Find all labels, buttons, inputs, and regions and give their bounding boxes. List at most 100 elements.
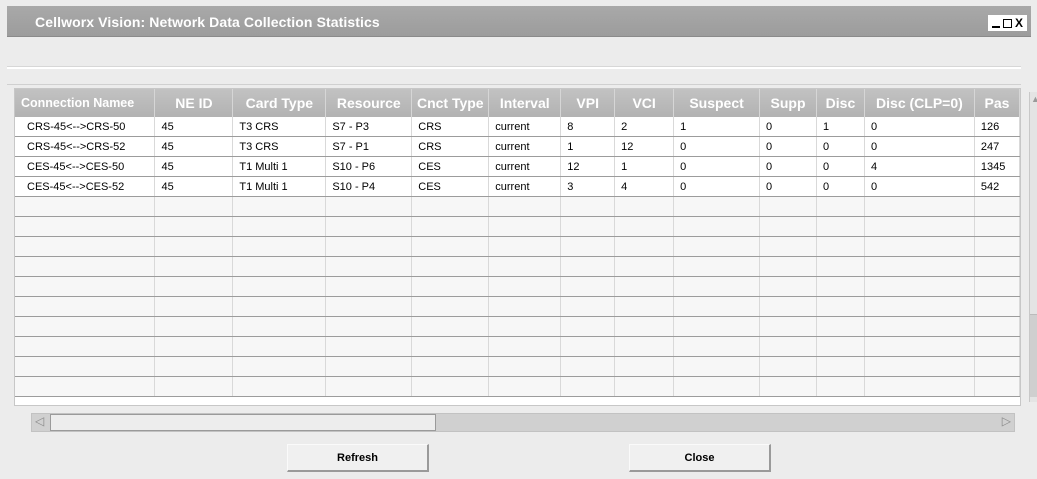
empty-cell [325, 356, 413, 377]
scroll-up-icon[interactable]: ▲ [1031, 94, 1037, 104]
table-cell: CES [411, 176, 490, 197]
empty-cell [488, 376, 562, 397]
empty-table-row[interactable] [15, 316, 1020, 337]
table-cell: 0 [864, 117, 975, 137]
table-cell: 1 [560, 136, 616, 157]
empty-cell [974, 236, 1020, 257]
empty-cell [673, 376, 761, 397]
empty-table-row[interactable] [15, 356, 1020, 377]
empty-cell [614, 316, 675, 337]
empty-table-row[interactable] [15, 276, 1020, 297]
empty-cell [816, 236, 865, 257]
empty-cell [673, 216, 761, 237]
empty-cell [864, 216, 975, 237]
empty-cell [325, 216, 413, 237]
empty-cell [154, 256, 234, 277]
empty-table-row[interactable] [15, 216, 1020, 237]
empty-cell [154, 236, 234, 257]
empty-cell [488, 216, 562, 237]
empty-cell [759, 276, 817, 297]
table-cell: 1 [614, 156, 675, 177]
table-cell: T1 Multi 1 [232, 176, 327, 197]
empty-table-row[interactable] [15, 296, 1020, 317]
table-cell: 0 [759, 156, 817, 177]
column-header[interactable]: VCI [614, 89, 675, 117]
column-header[interactable]: Connection Namee [15, 89, 156, 117]
table-cell: 0 [816, 156, 865, 177]
empty-cell [974, 316, 1020, 337]
empty-cell [154, 356, 234, 377]
maximize-icon[interactable] [1002, 18, 1012, 28]
minimize-icon[interactable] [991, 26, 1000, 28]
empty-cell [232, 316, 327, 337]
column-header[interactable]: VPI [560, 89, 616, 117]
column-header[interactable]: Interval [488, 89, 562, 117]
empty-table-row[interactable] [15, 336, 1020, 357]
empty-cell [15, 316, 156, 337]
empty-cell [325, 236, 413, 257]
empty-cell [154, 376, 234, 397]
empty-cell [488, 316, 562, 337]
column-header[interactable]: Disc [816, 89, 865, 117]
empty-cell [673, 336, 761, 357]
vertical-scroll-thumb[interactable] [1030, 314, 1037, 397]
empty-table-row[interactable] [15, 196, 1020, 217]
table-row[interactable]: CRS-45<-->CRS-52 45 T3 CRS S7 - P1 CRS curren… [15, 136, 1020, 157]
empty-cell [232, 296, 327, 317]
empty-cell [15, 236, 156, 257]
column-header[interactable]: Resource [325, 89, 413, 117]
empty-cell [974, 276, 1020, 297]
vertical-scrollbar[interactable]: ▲ [1029, 92, 1037, 402]
statistics-table-container[interactable]: Connection Namee NE ID Card Type Resource Cn… [14, 88, 1021, 406]
table-cell: 4 [614, 176, 675, 197]
column-header[interactable]: Cnct Type [411, 89, 490, 117]
column-header[interactable]: NE ID [154, 89, 234, 117]
empty-cell [15, 356, 156, 377]
table-cell: CRS [411, 136, 490, 157]
empty-cell [15, 196, 156, 217]
column-header[interactable]: Card Type [232, 89, 327, 117]
title-bar: Cellworx Vision: Network Data Collection… [7, 6, 1031, 37]
empty-cell [154, 296, 234, 317]
column-header[interactable]: Supp [759, 89, 817, 117]
empty-cell [816, 376, 865, 397]
empty-table-row[interactable] [15, 236, 1020, 257]
empty-cell [816, 336, 865, 357]
empty-table-row[interactable] [15, 256, 1020, 277]
table-cell: 0 [759, 136, 817, 157]
scroll-left-icon[interactable]: ◁ [35, 414, 44, 429]
refresh-button[interactable]: Refresh [287, 444, 429, 472]
horizontal-scroll-thumb[interactable] [50, 414, 436, 431]
close-button[interactable]: Close [629, 444, 771, 472]
column-header[interactable]: Suspect [673, 89, 761, 117]
window-controls: X [987, 15, 1027, 31]
empty-cell [864, 256, 975, 277]
empty-cell [154, 216, 234, 237]
empty-cell [614, 196, 675, 217]
table-row[interactable]: CES-45<-->CES-52 45 T1 Multi 1 S10 - P4 CES c… [15, 176, 1020, 197]
empty-cell [614, 276, 675, 297]
empty-cell [411, 216, 490, 237]
table-cell: 12 [560, 156, 616, 177]
empty-cell [560, 216, 616, 237]
empty-cell [325, 256, 413, 277]
empty-cell [560, 316, 616, 337]
empty-cell [673, 196, 761, 217]
empty-cell [325, 276, 413, 297]
empty-cell [974, 296, 1020, 317]
close-icon[interactable]: X [1015, 16, 1023, 30]
table-row[interactable]: CRS-45<-->CRS-50 45 T3 CRS S7 - P3 CRS curren… [15, 117, 1020, 137]
table-cell: 1345 [974, 156, 1020, 177]
table-cell: 0 [816, 176, 865, 197]
table-cell: 1 [816, 117, 865, 137]
column-header[interactable]: Pas [974, 89, 1020, 117]
empty-cell [488, 296, 562, 317]
column-header[interactable]: Disc (CLP=0) [864, 89, 975, 117]
scroll-right-icon[interactable]: ▷ [1002, 414, 1011, 429]
table-cell: 0 [759, 117, 817, 137]
horizontal-scrollbar[interactable]: ◁ ▷ [31, 413, 1015, 432]
table-cell: current [488, 156, 562, 177]
table-row[interactable]: CES-45<-->CES-50 45 T1 Multi 1 S10 - P6 CES c… [15, 156, 1020, 177]
empty-table-row[interactable] [15, 376, 1020, 397]
empty-cell [411, 356, 490, 377]
